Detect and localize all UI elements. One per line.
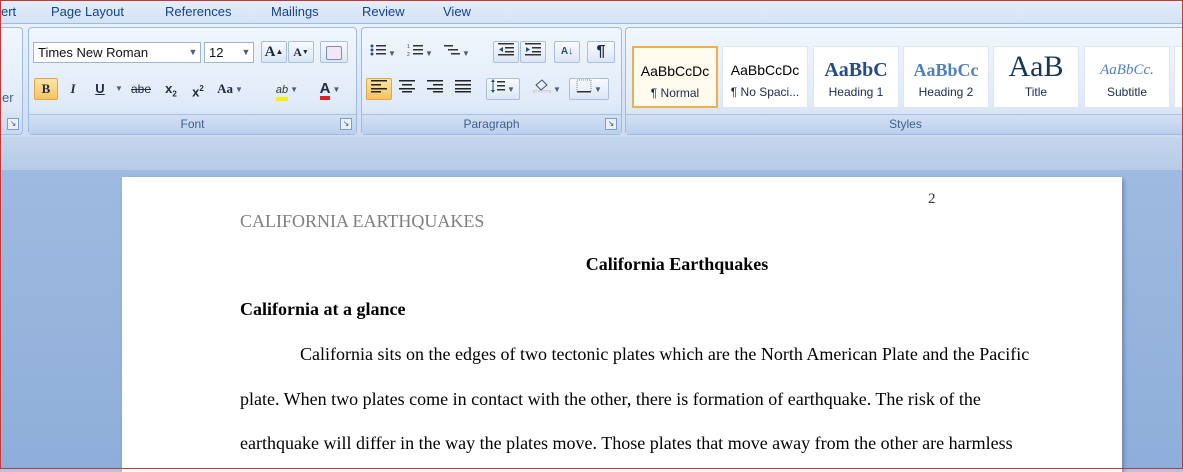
window-border xyxy=(0,0,1183,469)
